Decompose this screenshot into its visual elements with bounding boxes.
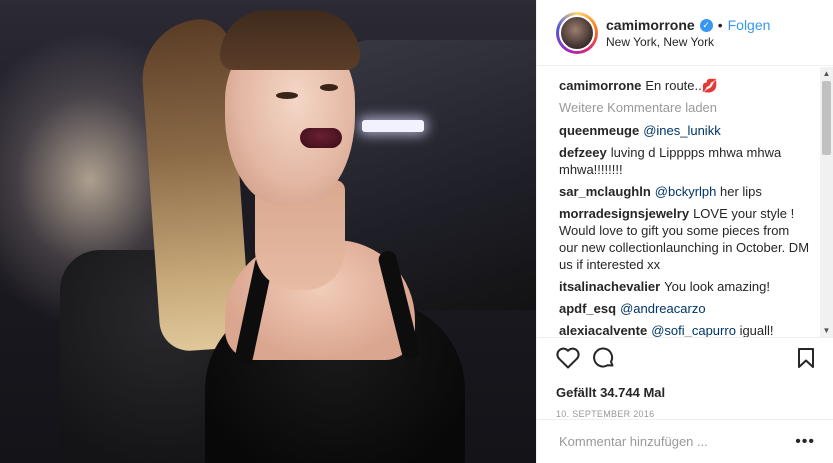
- photo-hair-top: [220, 10, 360, 70]
- follow-button[interactable]: Folgen: [728, 16, 771, 34]
- header-separator: •: [717, 17, 723, 33]
- comment-item: alexiacalvente @sofi_capurro iguall!: [559, 322, 821, 337]
- location-link[interactable]: New York, New York: [606, 35, 770, 49]
- comment-username[interactable]: morradesignsjewelry: [559, 206, 689, 221]
- avatar[interactable]: [556, 11, 598, 54]
- comment-username[interactable]: sar_mclaughln: [559, 184, 651, 199]
- comment-item: queenmeuge @ines_lunikk: [559, 122, 821, 139]
- comment-text: You look amazing!: [664, 279, 770, 294]
- photo-eye-right: [320, 84, 338, 91]
- comment-mention[interactable]: @bckyrlph: [655, 184, 717, 199]
- comment-input[interactable]: Kommentar hinzufügen ...: [559, 434, 708, 449]
- post-header: camimorrone ✓ • Folgen New York, New Yor…: [537, 0, 833, 66]
- lips-emoji: 💋: [701, 78, 718, 93]
- scroll-up-arrow-icon[interactable]: ▲: [820, 67, 833, 80]
- comment-username[interactable]: defzeey: [559, 145, 607, 160]
- caption: camimorrone En route..💋: [559, 77, 821, 94]
- comments-scrollbar[interactable]: ▲ ▼: [820, 67, 833, 337]
- caption-username[interactable]: camimorrone: [559, 78, 641, 93]
- comment-mention[interactable]: @sofi_capurro: [651, 323, 736, 337]
- avatar-image: [559, 14, 595, 51]
- comment-text: her lips: [720, 184, 762, 199]
- comment-username[interactable]: apdf_esq: [559, 301, 616, 316]
- comment-mention[interactable]: @ines_lunikk: [643, 123, 721, 138]
- photo-eye-left: [276, 92, 298, 99]
- load-more-comments-button[interactable]: Weitere Kommentare laden: [559, 99, 821, 116]
- comment-item: itsalinachevalier You look amazing!: [559, 278, 821, 295]
- comment-username[interactable]: itsalinachevalier: [559, 279, 660, 294]
- comment-item: morradesignsjewelry LOVE your style ! Wou…: [559, 205, 821, 273]
- post-date: 10. SEPTEMBER 2016: [556, 409, 655, 419]
- instagram-post-view: camimorrone ✓ • Folgen New York, New Yor…: [0, 0, 833, 463]
- verified-badge-icon: ✓: [699, 18, 713, 32]
- comment-item: sar_mclaughln @bckyrlph her lips: [559, 183, 821, 200]
- action-left-group: [556, 346, 628, 373]
- header-username[interactable]: camimorrone: [606, 16, 695, 34]
- likes-count[interactable]: Gefällt 34.744 Mal: [556, 385, 815, 400]
- comment-item: defzeey luving d Lipppps mhwa mhwa mhwa!!…: [559, 144, 821, 178]
- comment-item: apdf_esq @andreacarzo: [559, 300, 821, 317]
- comment-username[interactable]: alexiacalvente: [559, 323, 647, 337]
- add-comment-bar: Kommentar hinzufügen ... •••: [537, 419, 833, 463]
- caption-text: En route..: [645, 78, 702, 93]
- more-options-icon[interactable]: •••: [795, 433, 815, 451]
- photo-lips: [300, 128, 342, 148]
- comments-list: camimorrone En route..💋 Weitere Kommentar…: [537, 67, 821, 337]
- comment-username[interactable]: queenmeuge: [559, 123, 639, 138]
- comment-mention[interactable]: @andreacarzo: [620, 301, 705, 316]
- comment-icon[interactable]: [592, 346, 616, 373]
- scroll-down-arrow-icon[interactable]: ▼: [820, 324, 833, 337]
- header-line: camimorrone ✓ • Folgen: [606, 16, 770, 34]
- comment-text: iguall!: [739, 323, 774, 337]
- header-text: camimorrone ✓ • Folgen New York, New Yor…: [606, 16, 770, 49]
- post-photo[interactable]: [0, 0, 536, 463]
- heart-icon[interactable]: [556, 347, 580, 372]
- scroll-thumb[interactable]: [822, 81, 831, 155]
- photo-light: [362, 120, 424, 132]
- action-icons-row: [556, 346, 815, 372]
- post-sidebar: camimorrone ✓ • Folgen New York, New Yor…: [536, 0, 833, 463]
- bookmark-icon[interactable]: [797, 347, 815, 372]
